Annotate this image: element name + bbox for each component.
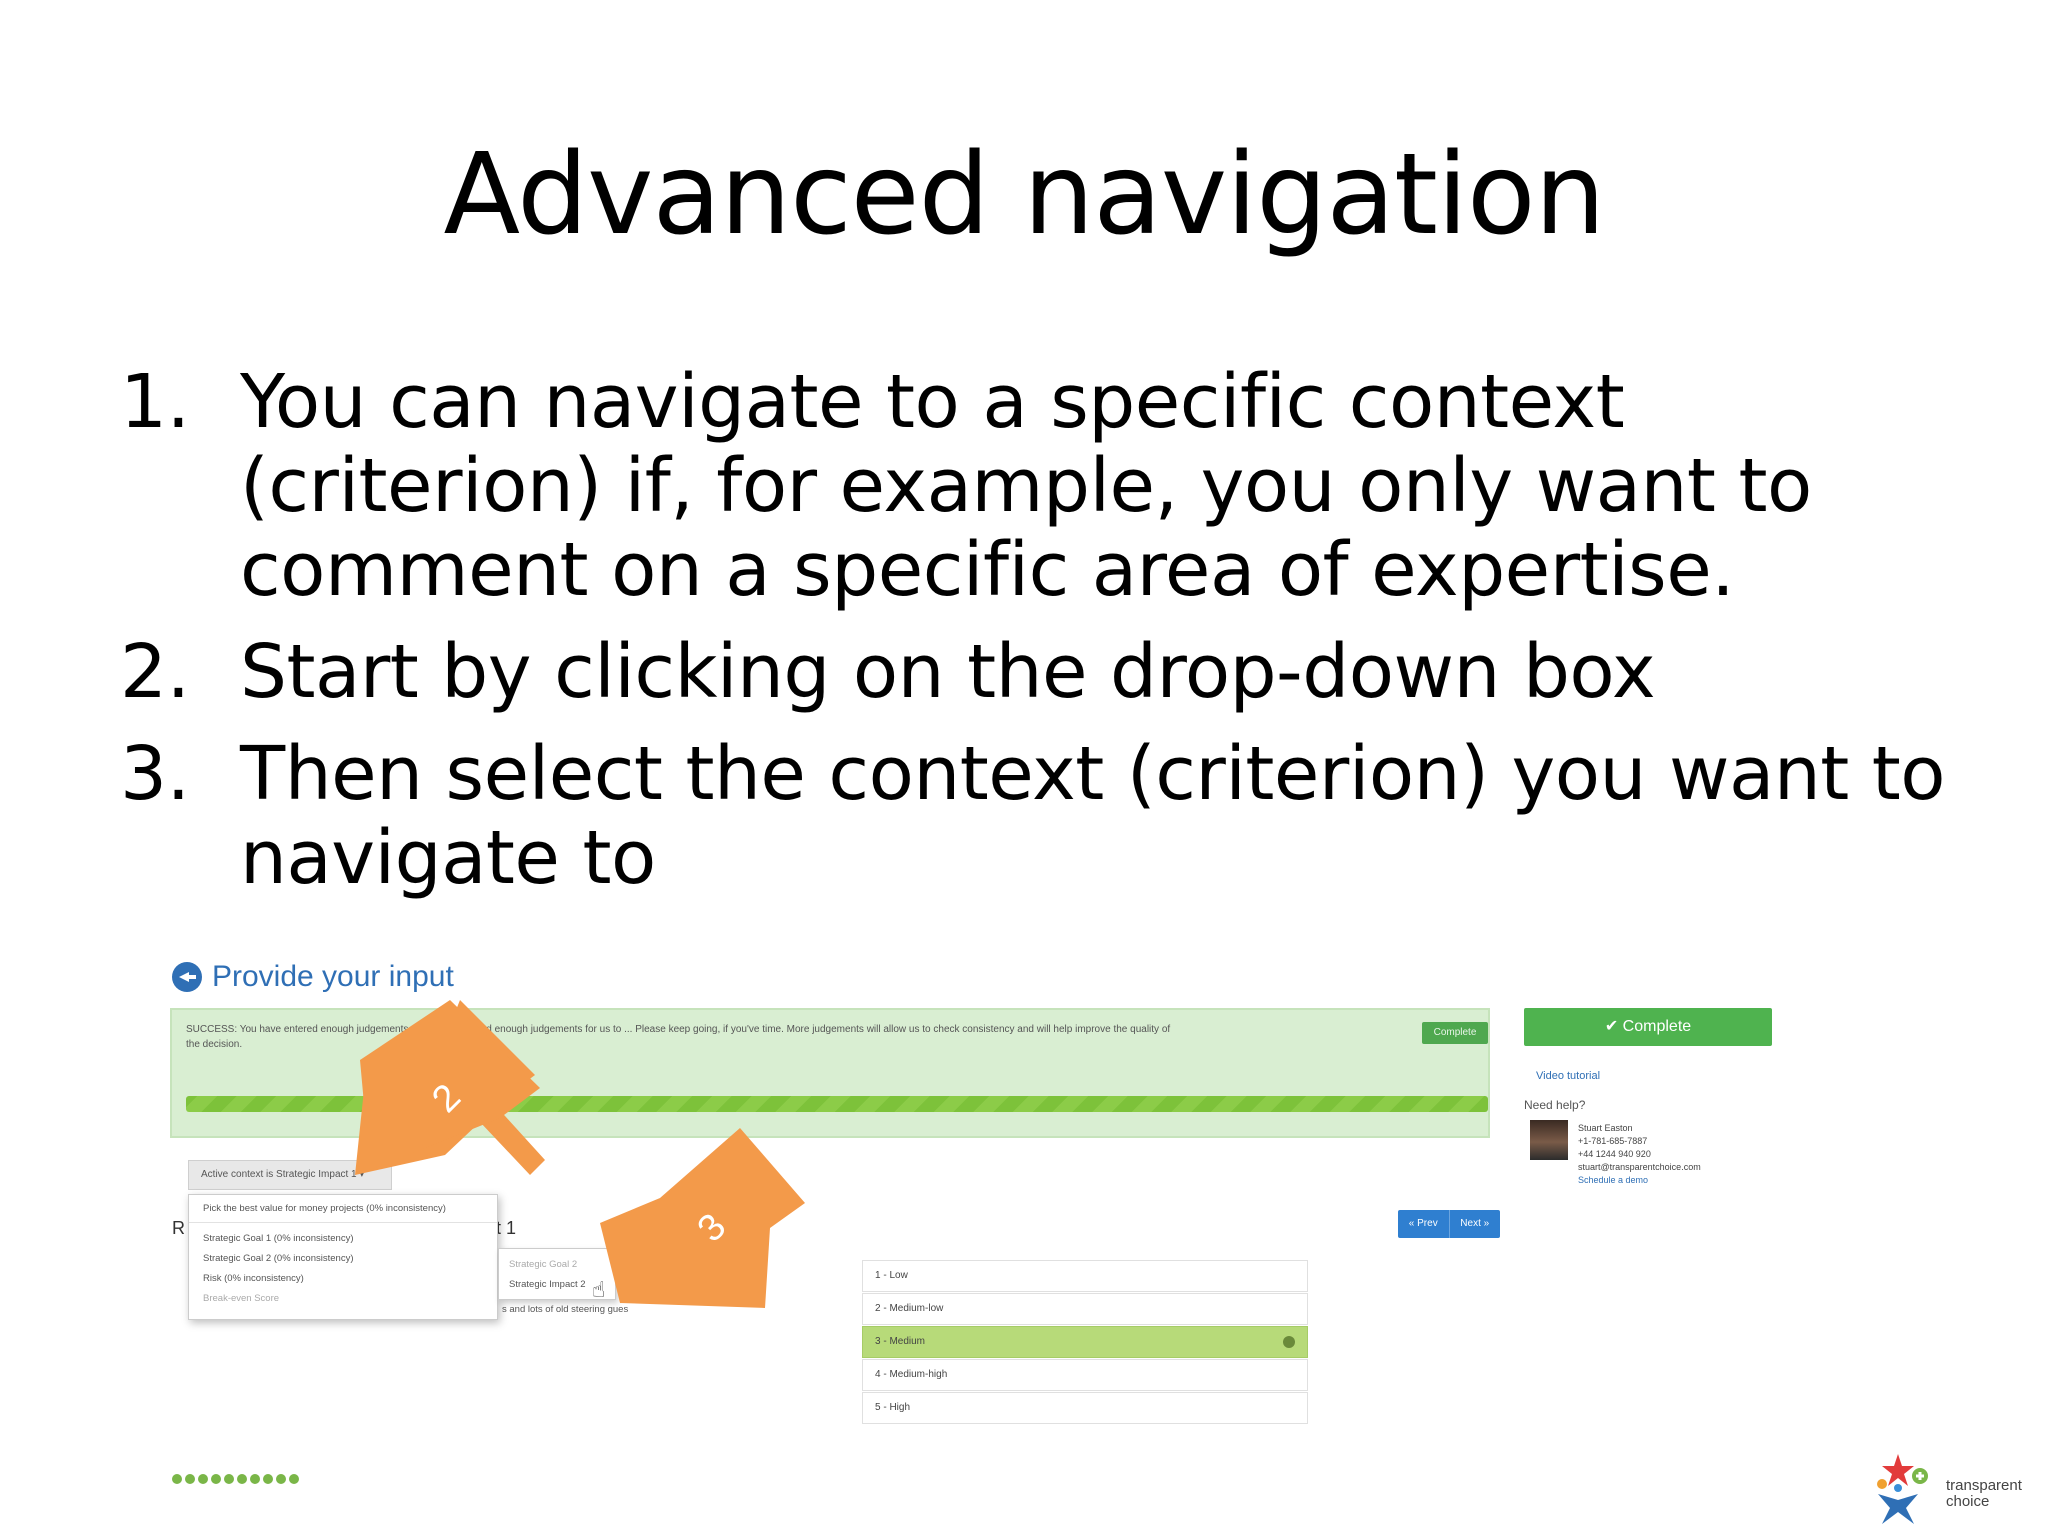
pagination-dot[interactable] bbox=[224, 1474, 234, 1484]
scale-option[interactable]: 5 - High bbox=[862, 1392, 1308, 1424]
step-item: 3. Then select the context (criterion) y… bbox=[120, 732, 1980, 900]
scale-option[interactable]: 4 - Medium-high bbox=[862, 1359, 1308, 1391]
screenshot-heading: Provide your input bbox=[212, 960, 454, 993]
rating-scale: 1 - Low 2 - Medium-low 3 - Medium 4 - Me… bbox=[862, 1260, 1308, 1425]
menu-item[interactable]: Strategic Goal 2 (0% inconsistency) bbox=[203, 1249, 483, 1269]
logo-mark-icon bbox=[1877, 1454, 1928, 1524]
submenu-item[interactable]: Strategic Impact 2 bbox=[509, 1275, 605, 1295]
complete-button[interactable]: ✔ Complete bbox=[1524, 1008, 1772, 1046]
pagination-dot[interactable] bbox=[172, 1474, 182, 1484]
prev-next-buttons: « Prev Next » bbox=[1398, 1210, 1500, 1238]
transparent-choice-logo: transparent choice bbox=[1858, 1448, 2038, 1528]
pagination-dot[interactable] bbox=[198, 1474, 208, 1484]
prev-button[interactable]: « Prev bbox=[1398, 1210, 1450, 1238]
back-arrow-icon[interactable] bbox=[172, 962, 202, 992]
callout-arrow-2: 2 bbox=[355, 1000, 545, 1175]
contact-info: Stuart Easton +1-781-685-7887 +44 1244 9… bbox=[1578, 1122, 1701, 1187]
menu-item[interactable]: Strategic Goal 1 (0% inconsistency) bbox=[203, 1229, 483, 1249]
step-number: 3. bbox=[120, 731, 190, 817]
avatar bbox=[1530, 1120, 1568, 1160]
row-fragment-left: R bbox=[172, 1218, 185, 1238]
pagination-dot[interactable] bbox=[250, 1474, 260, 1484]
next-button[interactable]: Next » bbox=[1450, 1210, 1501, 1238]
step-number: 2. bbox=[120, 629, 190, 715]
schedule-demo-link[interactable]: Schedule a demo bbox=[1578, 1174, 1701, 1187]
steps-list: 1. You can navigate to a specific contex… bbox=[120, 360, 1980, 918]
step-text: You can navigate to a specific context (… bbox=[240, 359, 1812, 613]
scale-option-selected[interactable]: 3 - Medium bbox=[862, 1326, 1308, 1358]
menu-item[interactable]: Break-even Score bbox=[203, 1289, 483, 1309]
contact-name: Stuart Easton bbox=[1578, 1123, 1633, 1133]
logo-text: transparent choice bbox=[1946, 1477, 2022, 1510]
scale-option[interactable]: 2 - Medium-low bbox=[862, 1293, 1308, 1325]
menu-item[interactable]: Risk (0% inconsistency) bbox=[203, 1269, 483, 1289]
complete-button-small[interactable]: Complete bbox=[1422, 1022, 1488, 1044]
row-fragment-right: t 1 bbox=[496, 1218, 517, 1238]
pagination-dot[interactable] bbox=[276, 1474, 286, 1484]
pagination-dot[interactable] bbox=[289, 1474, 299, 1484]
step-text: Start by clicking on the drop-down box bbox=[240, 629, 1656, 715]
pagination-dot[interactable] bbox=[237, 1474, 247, 1484]
step-text: Then select the context (criterion) you … bbox=[240, 731, 1946, 901]
submenu-item[interactable]: Strategic Goal 2 bbox=[509, 1255, 605, 1275]
context-menu: Pick the best value for money projects (… bbox=[188, 1194, 498, 1320]
pagination-dot[interactable] bbox=[263, 1474, 273, 1484]
contact-phone-uk: +44 1244 940 920 bbox=[1578, 1149, 1651, 1159]
success-message: SUCCESS: You have entered enough judgeme… bbox=[186, 1024, 1171, 1050]
pagination-dot[interactable] bbox=[185, 1474, 195, 1484]
selected-check-icon bbox=[1283, 1336, 1295, 1348]
pagination-dot[interactable] bbox=[211, 1474, 221, 1484]
need-help-label: Need help? bbox=[1524, 1098, 1586, 1112]
step-item: 2. Start by clicking on the drop-down bo… bbox=[120, 630, 1980, 714]
screenshot-header: Provide your input bbox=[172, 960, 454, 994]
pagination-dots bbox=[172, 1474, 299, 1484]
step-number: 1. bbox=[120, 359, 190, 445]
scale-option[interactable]: 1 - Low bbox=[862, 1260, 1308, 1292]
contact-email[interactable]: stuart@transparentchoice.com bbox=[1578, 1161, 1701, 1174]
slide-title: Advanced navigation bbox=[443, 130, 1605, 260]
callout-arrow-3: 3 bbox=[600, 1128, 805, 1308]
video-tutorial-link[interactable]: Video tutorial bbox=[1536, 1070, 1600, 1082]
contact-phone-us: +1-781-685-7887 bbox=[1578, 1136, 1648, 1146]
step-item: 1. You can navigate to a specific contex… bbox=[120, 360, 1980, 612]
